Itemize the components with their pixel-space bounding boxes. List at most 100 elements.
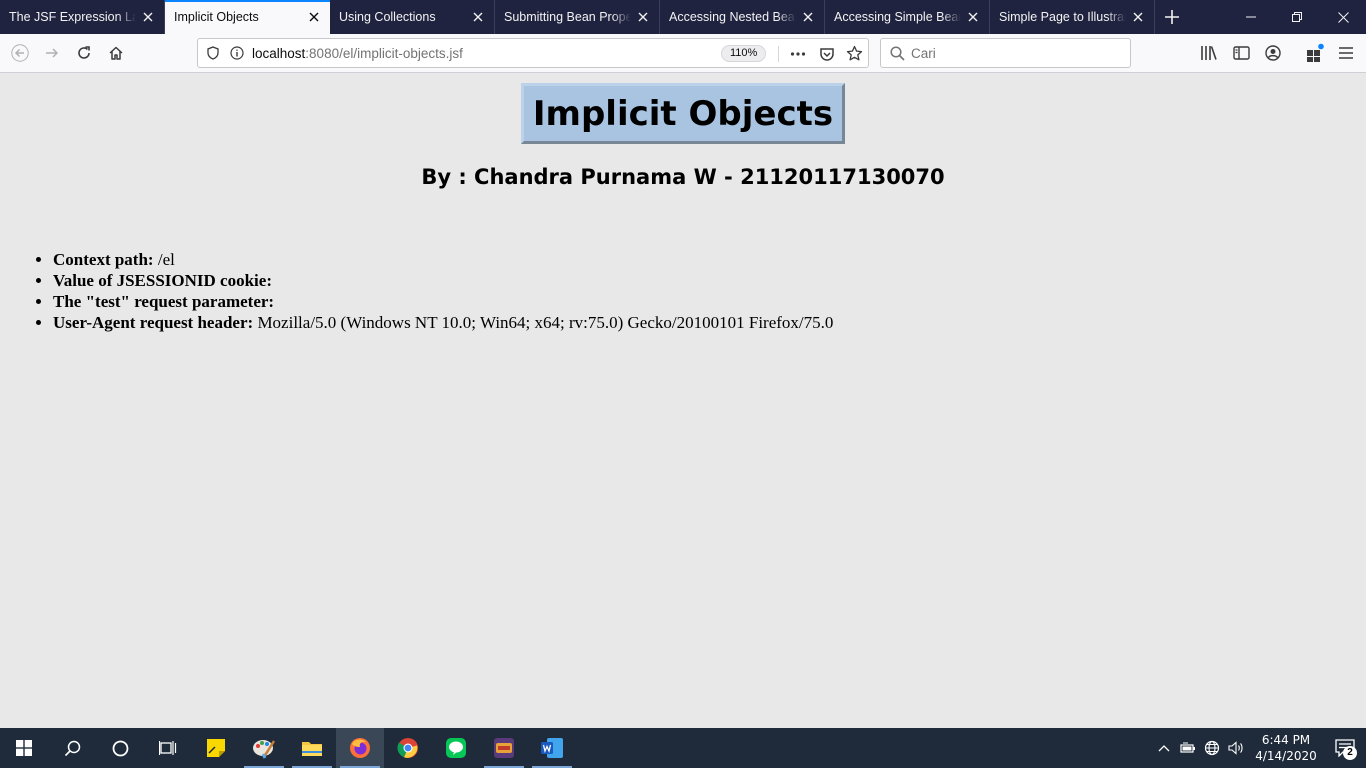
close-icon[interactable]	[965, 9, 981, 25]
tab-submitting-bean-properties[interactable]: Submitting Bean Proper	[495, 0, 660, 34]
restore-button[interactable]	[1274, 0, 1320, 34]
task-view-button[interactable]	[144, 728, 192, 768]
search-bar[interactable]	[880, 38, 1131, 68]
close-icon[interactable]	[140, 9, 156, 25]
sidebar-button[interactable]	[1233, 45, 1250, 61]
tab-title: The JSF Expression Lang	[9, 10, 136, 24]
clock-date: 4/14/2020	[1255, 749, 1317, 763]
volume-button[interactable]	[1224, 728, 1248, 768]
tab-title: Submitting Bean Proper	[504, 10, 631, 24]
search-icon	[64, 740, 80, 756]
library-button[interactable]	[1200, 45, 1218, 61]
reload-icon	[78, 46, 90, 59]
reload-button[interactable]	[68, 37, 100, 69]
page-title: Implicit Objects	[521, 83, 845, 144]
firefox-icon	[350, 738, 370, 758]
list-item-context-path: Context path: /el	[53, 249, 833, 270]
start-button[interactable]	[0, 728, 48, 768]
pocket-icon	[820, 48, 834, 61]
tab-using-collections[interactable]: Using Collections	[330, 0, 495, 34]
word-icon	[541, 738, 563, 758]
url-path: :8080/el/implicit-objects.jsf	[305, 45, 463, 61]
close-icon[interactable]	[1130, 9, 1146, 25]
library-icon	[1201, 46, 1217, 60]
tab-accessing-nested-bean[interactable]: Accessing Nested Bean	[660, 0, 825, 34]
back-button[interactable]	[4, 37, 36, 69]
game-icon	[494, 738, 514, 758]
page-actions-button[interactable]	[790, 46, 806, 62]
menu-button[interactable]	[1338, 46, 1354, 60]
plus-icon	[1165, 10, 1179, 24]
show-hidden-icons-button[interactable]	[1152, 728, 1176, 768]
tab-simple-page-to-illustrate[interactable]: Simple Page to Illustrate	[990, 0, 1155, 34]
search-input[interactable]	[911, 45, 1111, 61]
navigation-toolbar: localhost:8080/el/implicit-objects.jsf 1…	[0, 34, 1366, 73]
new-tab-button[interactable]	[1155, 0, 1189, 34]
divider	[778, 46, 779, 62]
taskbar-app-game[interactable]	[480, 728, 528, 768]
taskbar-app-word[interactable]	[528, 728, 576, 768]
close-icon	[1337, 11, 1349, 23]
start-icon	[16, 740, 32, 756]
tab-title: Implicit Objects	[174, 10, 259, 24]
account-button[interactable]	[1265, 45, 1281, 61]
item-label: Context path:	[53, 250, 154, 269]
speaker-icon	[1228, 741, 1243, 755]
page-content: Implicit Objects By : Chandra Purnama W …	[0, 73, 1366, 728]
site-info-icon[interactable]	[230, 46, 244, 60]
restore-icon	[1292, 12, 1302, 22]
line-icon	[446, 738, 466, 758]
tab-jsf-expression-language[interactable]: The JSF Expression Lang	[0, 0, 165, 34]
close-window-button[interactable]	[1320, 0, 1366, 34]
cortana-icon	[112, 740, 128, 756]
battery-icon	[1180, 742, 1195, 753]
clock[interactable]: 6:44 PM 4/14/2020	[1248, 732, 1324, 764]
zoom-level-badge[interactable]: 110%	[721, 45, 767, 62]
taskbar-app-chrome[interactable]	[384, 728, 432, 768]
back-arrow-icon	[11, 44, 29, 62]
tab-accessing-simple-bean[interactable]: Accessing Simple Bean	[825, 0, 990, 34]
search-icon	[890, 45, 905, 61]
close-icon[interactable]	[306, 9, 322, 25]
tab-title: Accessing Simple Bean	[834, 10, 961, 24]
minimize-icon	[1246, 16, 1256, 18]
tab-implicit-objects[interactable]: Implicit Objects	[165, 0, 330, 34]
pocket-button[interactable]	[819, 46, 835, 62]
taskbar-app-line[interactable]	[432, 728, 480, 768]
chevron-up-icon	[1158, 745, 1170, 752]
star-icon	[846, 45, 863, 61]
close-icon[interactable]	[800, 9, 816, 25]
item-label: Value of JSESSIONID cookie:	[53, 271, 272, 290]
file-explorer-icon	[302, 742, 322, 756]
close-icon[interactable]	[470, 9, 486, 25]
implicit-objects-list: Context path: /el Value of JSESSIONID co…	[53, 249, 833, 333]
taskbar-app-paint[interactable]	[240, 728, 288, 768]
network-button[interactable]	[1200, 728, 1224, 768]
tracking-protection-icon[interactable]	[206, 46, 220, 60]
url-text[interactable]: localhost:8080/el/implicit-objects.jsf	[252, 46, 463, 61]
cortana-button[interactable]	[96, 728, 144, 768]
account-icon	[1265, 45, 1281, 61]
system-tray: 6:44 PM 4/14/2020 2	[1152, 728, 1366, 768]
sticky-notes-icon	[207, 739, 225, 757]
taskbar: 6:44 PM 4/14/2020 2	[0, 728, 1366, 768]
action-center-button[interactable]: 2	[1324, 728, 1366, 768]
address-bar[interactable]: localhost:8080/el/implicit-objects.jsf 1…	[197, 38, 869, 68]
tab-strip: The JSF Expression Lang Implicit Objects…	[0, 0, 1366, 34]
home-button[interactable]	[100, 37, 132, 69]
home-icon	[109, 46, 123, 60]
close-icon[interactable]	[635, 9, 651, 25]
taskbar-app-firefox[interactable]	[336, 728, 384, 768]
minimize-button[interactable]	[1228, 0, 1274, 34]
taskbar-app-sticky-notes[interactable]	[192, 728, 240, 768]
taskbar-app-file-explorer[interactable]	[288, 728, 336, 768]
battery-button[interactable]	[1176, 728, 1200, 768]
more-icon	[790, 52, 806, 56]
extensions-button[interactable]	[1305, 43, 1325, 63]
paint-icon	[253, 740, 276, 759]
forward-button[interactable]	[36, 37, 68, 69]
author-heading: By : Chandra Purnama W - 21120117130070	[421, 165, 945, 189]
forward-arrow-icon	[46, 48, 59, 58]
bookmark-star-button[interactable]	[846, 45, 863, 62]
taskbar-search-button[interactable]	[48, 728, 96, 768]
